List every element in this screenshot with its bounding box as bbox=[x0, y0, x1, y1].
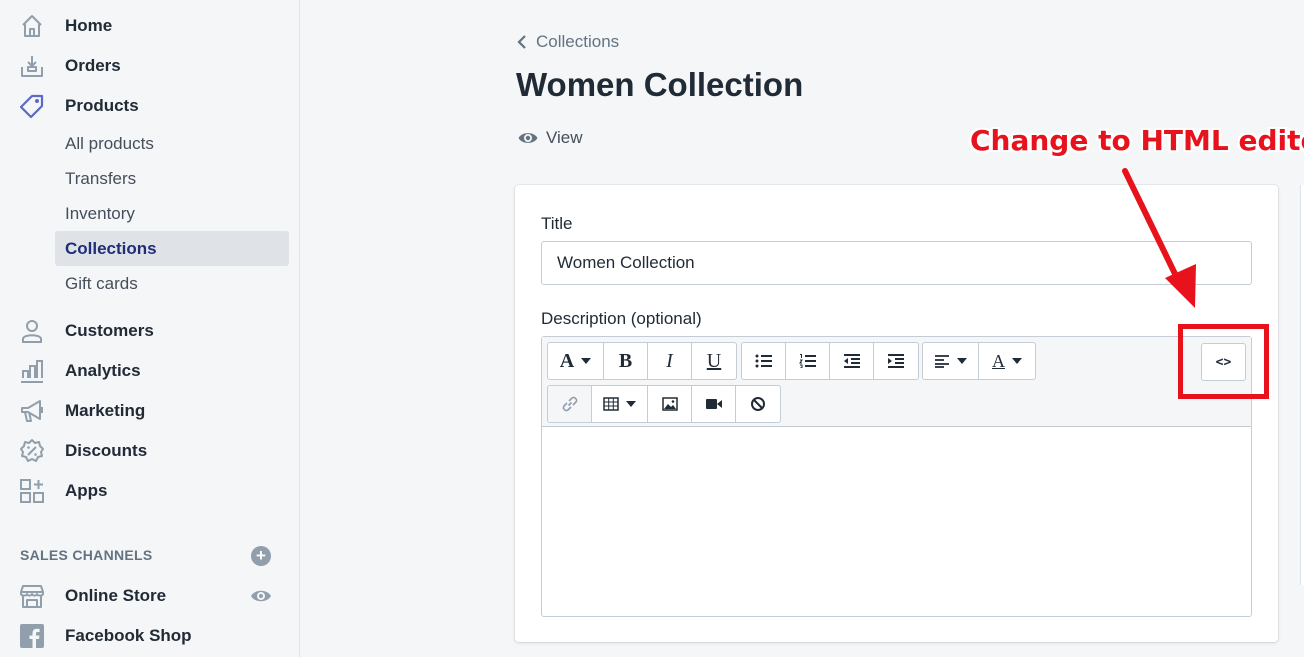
image-icon bbox=[661, 397, 678, 411]
list-group bbox=[741, 342, 919, 380]
nav-facebook-shop-label: Facebook Shop bbox=[65, 626, 192, 645]
underline-button[interactable]: U bbox=[692, 343, 736, 379]
align-left-icon bbox=[935, 355, 949, 368]
annotation-callout: Change to HTML editor bbox=[970, 124, 1304, 157]
customer-icon bbox=[22, 320, 42, 343]
bold-button[interactable]: B bbox=[604, 343, 648, 379]
block-icon bbox=[751, 397, 765, 411]
nav-home-label: Home bbox=[65, 16, 113, 35]
right-panel-edge bbox=[1300, 185, 1304, 585]
video-icon bbox=[705, 399, 722, 409]
align-dropdown[interactable] bbox=[923, 343, 979, 379]
numbered-list-icon bbox=[798, 354, 816, 368]
outdent-button[interactable] bbox=[830, 343, 874, 379]
editor-toolbar: A B I U A <> bbox=[542, 337, 1251, 427]
indent-icon bbox=[888, 354, 904, 368]
bullet-list-button[interactable] bbox=[742, 343, 786, 379]
nav-products[interactable]: Products bbox=[0, 86, 300, 126]
link-button[interactable] bbox=[548, 386, 592, 422]
nav-customers-label: Customers bbox=[65, 321, 154, 340]
outdent-icon bbox=[843, 354, 860, 368]
view-link[interactable]: View bbox=[518, 128, 583, 148]
subnav-inventory[interactable]: Inventory bbox=[55, 196, 289, 231]
insert-group bbox=[547, 385, 781, 423]
home-icon bbox=[22, 15, 42, 37]
rich-text-editor: A B I U A <> bbox=[541, 336, 1252, 617]
subnav-transfers[interactable]: Transfers bbox=[55, 161, 289, 196]
subnav-collections[interactable]: Collections bbox=[55, 231, 289, 266]
chevron-left-icon bbox=[517, 35, 526, 49]
subnav-label: Inventory bbox=[65, 203, 135, 223]
text-color-dropdown[interactable]: A bbox=[979, 343, 1035, 379]
facebook-icon bbox=[20, 624, 44, 648]
store-icon bbox=[20, 585, 44, 608]
nav-marketing-label: Marketing bbox=[65, 401, 146, 420]
clear-formatting-button[interactable] bbox=[736, 386, 780, 422]
analytics-icon bbox=[21, 360, 43, 383]
breadcrumb[interactable]: Collections bbox=[516, 32, 619, 52]
nav-discounts-label: Discounts bbox=[65, 441, 148, 460]
title-label: Title bbox=[541, 214, 573, 233]
align-color-group: A bbox=[922, 342, 1036, 380]
nav-facebook-shop[interactable]: Facebook Shop bbox=[0, 616, 300, 656]
italic-button[interactable]: I bbox=[648, 343, 692, 379]
font-style-dropdown[interactable]: A bbox=[548, 343, 604, 379]
subnav-label: Gift cards bbox=[65, 273, 138, 293]
table-icon bbox=[603, 397, 619, 411]
megaphone-icon bbox=[21, 400, 43, 422]
indent-button[interactable] bbox=[874, 343, 918, 379]
nav-apps[interactable]: Apps bbox=[0, 471, 300, 511]
nav-home[interactable]: Home bbox=[0, 6, 300, 46]
nav-marketing[interactable]: Marketing bbox=[0, 391, 300, 431]
nav-discounts[interactable]: Discounts bbox=[0, 431, 300, 471]
nav-online-store-label: Online Store bbox=[65, 586, 167, 605]
orders-icon bbox=[21, 56, 43, 77]
nav-orders-label: Orders bbox=[65, 56, 121, 75]
subnav-label: Transfers bbox=[65, 168, 137, 188]
tag-icon bbox=[19, 94, 44, 119]
annotation-arrow-icon bbox=[1122, 168, 1196, 308]
text-format-group: A B I U bbox=[547, 342, 737, 380]
nav-analytics[interactable]: Analytics bbox=[0, 351, 300, 391]
insert-image-button[interactable] bbox=[648, 386, 692, 422]
view-store-eye-icon[interactable] bbox=[250, 586, 272, 606]
nav-apps-label: Apps bbox=[65, 481, 108, 500]
sales-channels-header: SALES CHANNELS bbox=[20, 547, 153, 563]
view-link-label: View bbox=[546, 128, 583, 147]
page-title: Women Collection bbox=[516, 66, 804, 103]
bullet-list-icon bbox=[755, 354, 772, 368]
nav-products-label: Products bbox=[65, 96, 139, 115]
add-channel-plus-icon[interactable]: + bbox=[251, 546, 271, 566]
breadcrumb-label: Collections bbox=[536, 32, 620, 51]
discount-icon bbox=[20, 439, 44, 462]
annotation-highlight-box bbox=[1178, 324, 1269, 399]
nav-customers[interactable]: Customers bbox=[0, 311, 300, 351]
description-label: Description (optional) bbox=[541, 309, 702, 328]
subnav-label: Collections bbox=[65, 238, 157, 258]
nav-analytics-label: Analytics bbox=[65, 361, 141, 380]
subnav-all-products[interactable]: All products bbox=[55, 126, 289, 161]
link-icon bbox=[562, 396, 577, 412]
subnav-label: All products bbox=[65, 133, 154, 153]
apps-icon bbox=[20, 479, 44, 503]
table-dropdown[interactable] bbox=[592, 386, 648, 422]
subnav-gift-cards[interactable]: Gift cards bbox=[55, 266, 289, 301]
nav-orders[interactable]: Orders bbox=[0, 46, 300, 86]
eye-icon bbox=[518, 133, 538, 143]
sidebar: Home Orders Products All products Transf… bbox=[0, 0, 300, 657]
numbered-list-button[interactable] bbox=[786, 343, 830, 379]
editor-content-area[interactable] bbox=[542, 428, 1251, 616]
insert-video-button[interactable] bbox=[692, 386, 736, 422]
